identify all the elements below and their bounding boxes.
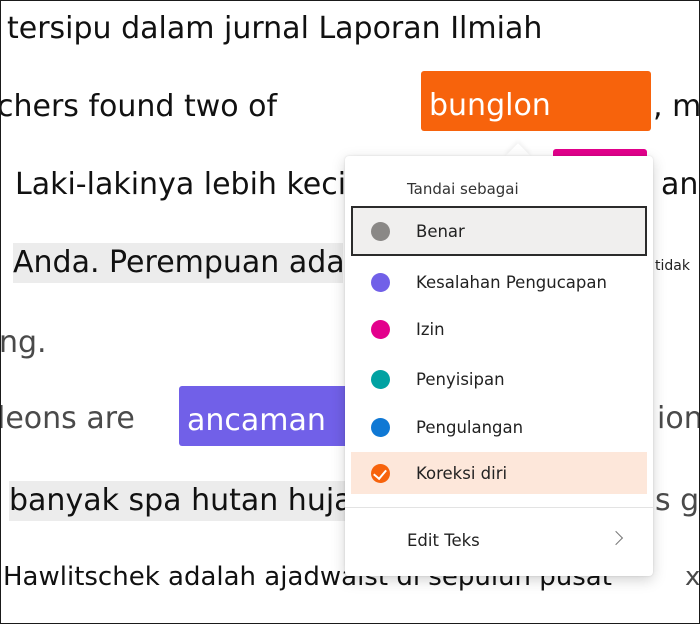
menu-item-label: Pengulangan	[416, 417, 524, 437]
text-line-3-right: an	[661, 167, 699, 202]
menu-item-label: Izin	[416, 319, 445, 339]
menu-item-label: Kesalahan Pengucapan	[416, 272, 607, 292]
text-line-5: ng.	[0, 325, 47, 360]
mark-as-context-menu: Tandai sebagai Benar Kesalahan Pengucapa…	[345, 156, 653, 576]
menu-item-izin[interactable]: Izin	[351, 309, 647, 349]
text-line-4-left: Anda. Perempuan adalah l	[13, 243, 343, 283]
pink-dot-icon	[371, 319, 390, 339]
text-line-6-left: leons are	[0, 401, 135, 436]
text-line-4-right: tidak	[655, 258, 690, 274]
menu-item-label: Penyisipan	[416, 369, 505, 389]
text-line-7-right: s g	[655, 483, 700, 518]
reading-document: tersipu dalam jurnal Laporan Ilmiah cher…	[0, 0, 700, 624]
menu-header: Tandai sebagai	[407, 180, 519, 198]
menu-item-pengulangan[interactable]: Pengulangan	[351, 407, 647, 447]
menu-item-koreksi-diri[interactable]: Koreksi diri	[351, 452, 647, 494]
blue-dot-icon	[371, 417, 390, 437]
menu-divider	[345, 507, 653, 508]
text-line-2-left: chers found two of	[0, 89, 278, 124]
purple-dot-icon	[371, 272, 390, 292]
grey-dot-icon	[371, 221, 390, 241]
highlighted-word-ancaman[interactable]: ancaman	[179, 386, 349, 446]
text-line-2-right: , m	[653, 89, 700, 124]
text-line-7-left: banyak spa hutan hujan	[9, 481, 345, 521]
teal-dot-icon	[371, 369, 390, 389]
text-line-8-right: x	[685, 562, 700, 592]
checkmark-icon	[371, 463, 390, 483]
menu-item-benar[interactable]: Benar	[351, 206, 647, 256]
menu-item-edit-teks[interactable]: Edit Teks	[345, 520, 653, 560]
text-line-3-left: Laki-lakinya lebih kecil	[15, 167, 355, 202]
menu-item-penyisipan[interactable]: Penyisipan	[351, 359, 647, 399]
menu-item-label: Benar	[416, 221, 465, 241]
highlighted-word-bunglon[interactable]: bunglon	[421, 71, 651, 131]
menu-item-label: Edit Teks	[407, 530, 480, 550]
text-line-1: tersipu dalam jurnal Laporan Ilmiah	[7, 11, 543, 46]
menu-item-kesalahan-pengucapan[interactable]: Kesalahan Pengucapan	[351, 262, 647, 302]
text-line-6-right: ion	[657, 401, 700, 436]
menu-item-label: Koreksi diri	[416, 463, 508, 483]
chevron-right-icon	[608, 530, 624, 546]
